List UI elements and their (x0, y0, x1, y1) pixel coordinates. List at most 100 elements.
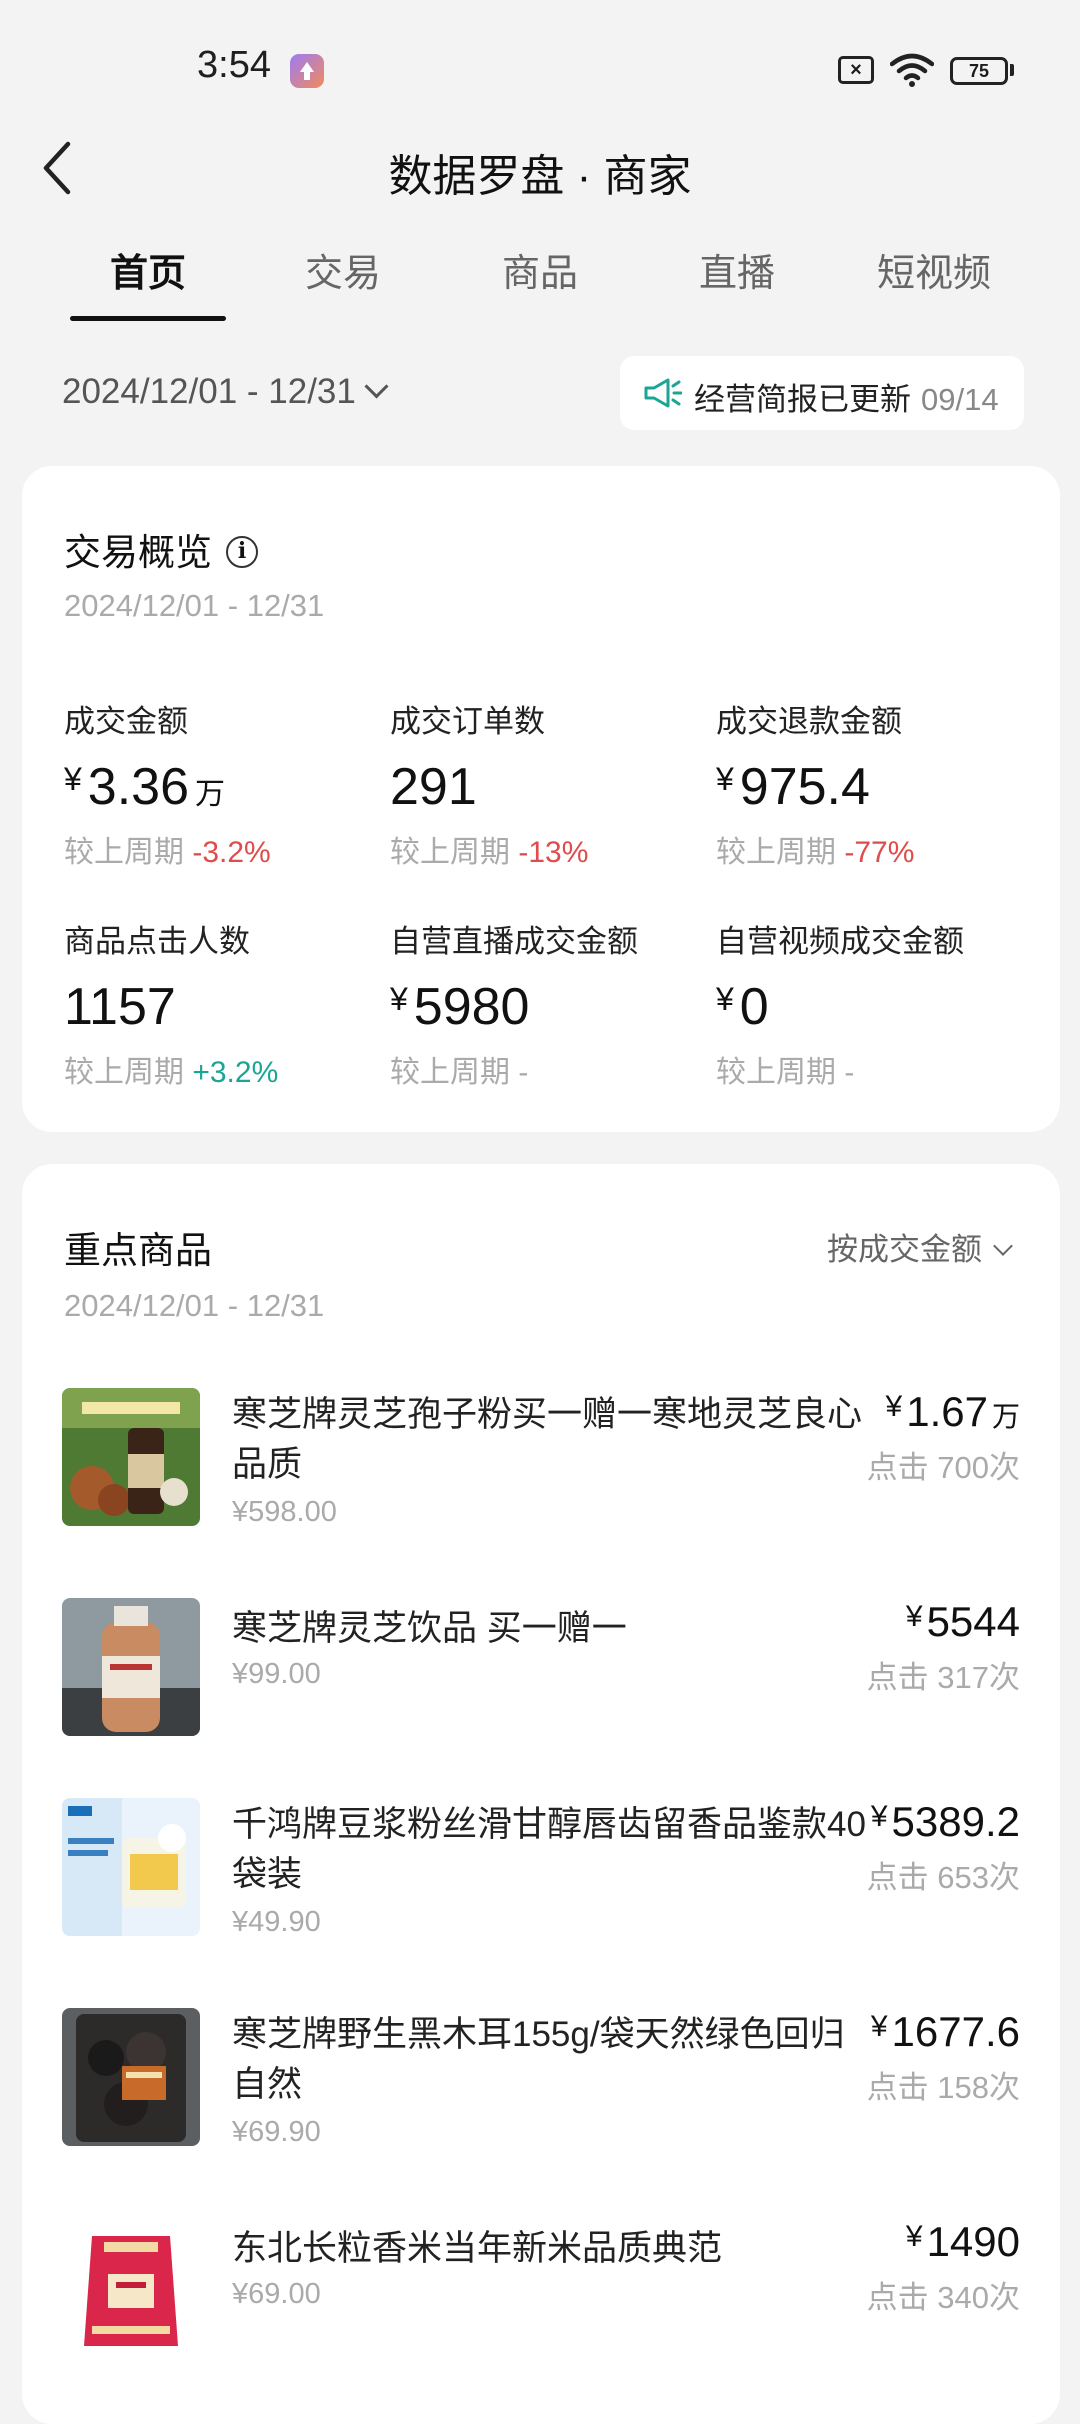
metric-unit: 万 (195, 778, 226, 811)
product-thumbnail (62, 1388, 200, 1526)
compare-label: 较上周期 (64, 836, 184, 869)
metric-label: 成交退款金额 (716, 704, 902, 739)
metric-change: - (518, 1056, 529, 1089)
metric-item[interactable]: 商品点击人数 1157 较上周期 +3.2% (64, 916, 374, 1091)
product-clicks: 点击 158次 (866, 2070, 1020, 2105)
metric-label: 成交订单数 (390, 704, 545, 739)
metric-value: 5980 (413, 978, 530, 1036)
product-item[interactable]: 寒芝牌野生黑木耳155g/袋天然绿色回归自然 ¥69.90 ¥1677.6 点击 15… (62, 2008, 1020, 2178)
metric-value-row: ¥3.36 万 (64, 757, 374, 817)
battery-tip (1010, 64, 1014, 76)
product-name: 寒芝牌灵芝饮品 买一赠一 (232, 1609, 627, 1648)
metric-change: -13% (518, 836, 589, 869)
product-item[interactable]: 寒芝牌灵芝饮品 买一赠一 ¥99.00 ¥5544 点击 317次 (62, 1598, 1020, 1768)
app-notification-icon (290, 54, 324, 88)
product-thumbnail (62, 1798, 200, 1936)
product-price: ¥69.90 (232, 2116, 321, 2148)
compare-label: 较上周期 (390, 836, 510, 869)
metric-item[interactable]: 自营直播成交金额 ¥5980 较上周期 - (390, 916, 700, 1091)
product-thumbnail (62, 1598, 200, 1736)
metric-compare: 较上周期 +3.2% (64, 1047, 374, 1091)
metric-value: 291 (390, 758, 477, 816)
product-name: 寒芝牌野生黑木耳155g/袋天然绿色回归自然 (232, 2015, 845, 2104)
tab-live[interactable]: 直播 (637, 242, 837, 297)
sales-value: 5544 (926, 1598, 1020, 1645)
metric-label: 自营直播成交金额 (390, 924, 638, 959)
product-name: 寒芝牌灵芝孢子粉买一赠一寒地灵芝良心品质 (232, 1395, 863, 1484)
report-notice[interactable]: 经营简报已更新 09/14 (620, 356, 1024, 430)
product-thumbnail (62, 2218, 200, 2356)
product-sales-amount: ¥1677.6 (870, 2008, 1020, 2055)
date-range-selector[interactable]: 2024/12/01 - 12/31 (62, 372, 389, 412)
product-item[interactable]: 东北长粒香米当年新米品质典范 ¥69.00 ¥1490 点击 340次 (62, 2218, 1020, 2388)
sales-unit: 万 (991, 1401, 1020, 1432)
metric-compare: 较上周期 - (716, 1047, 1026, 1091)
status-time: 3:54 (197, 44, 271, 86)
metric-change: -77% (844, 836, 915, 869)
metric-value-row: ¥975.4 (716, 757, 1026, 817)
product-clicks: 点击 700次 (866, 1450, 1020, 1485)
battery-icon: 75 (950, 57, 1008, 85)
metric-value: 1157 (64, 978, 176, 1036)
currency-symbol: ¥ (390, 981, 408, 1017)
metric-label: 自营视频成交金额 (716, 924, 964, 959)
currency-symbol: ¥ (716, 981, 734, 1017)
compare-label: 较上周期 (716, 1056, 836, 1089)
overview-title: 交易概览 i (64, 522, 258, 576)
metric-compare: 较上周期 -13% (390, 827, 700, 871)
tab-trade[interactable]: 交易 (243, 242, 443, 297)
product-sales-amount: ¥5389.2 (870, 1798, 1020, 1845)
notice-date: 09/14 (921, 382, 999, 417)
metric-value-row: ¥5980 (390, 977, 700, 1037)
product-item[interactable]: 寒芝牌灵芝孢子粉买一赠一寒地灵芝良心品质 ¥598.00 ¥1.67 万点击 700次 (62, 1388, 1020, 1558)
key-products-title: 重点商品 (64, 1230, 212, 1271)
compare-label: 较上周期 (390, 1056, 510, 1089)
product-price: ¥598.00 (232, 1496, 337, 1528)
overview-date: 2024/12/01 - 12/31 (64, 588, 325, 623)
no-sim-icon: × (838, 56, 874, 84)
product-clicks: 点击 317次 (866, 1660, 1020, 1695)
metric-item[interactable]: 成交订单数 291 较上周期 -13% (390, 696, 700, 871)
sales-value: 1.67 (906, 1388, 988, 1435)
metric-change: -3.2% (192, 836, 271, 869)
product-price: ¥99.00 (232, 1658, 321, 1690)
product-thumbnail (62, 2008, 200, 2146)
currency-symbol: ¥ (64, 761, 82, 797)
product-sales-amount: ¥1.67 万 (885, 1388, 1020, 1435)
product-clicks: 点击 653次 (866, 1860, 1020, 1895)
tab-short-video[interactable]: 短视频 (834, 242, 1034, 297)
date-range-label: 2024/12/01 - 12/31 (62, 372, 356, 411)
product-name: 千鸿牌豆浆粉丝滑甘醇唇齿留香品鉴款40袋装 (232, 1805, 866, 1894)
sales-value: 1490 (926, 2218, 1020, 2265)
megaphone-icon (644, 378, 682, 408)
product-item[interactable]: 千鸿牌豆浆粉丝滑甘醇唇齿留香品鉴款40袋装 ¥49.90 ¥5389.2 点击 653… (62, 1798, 1020, 1968)
metric-item[interactable]: 自营视频成交金额 ¥0 较上周期 - (716, 916, 1026, 1091)
tab-home[interactable]: 首页 (48, 242, 248, 297)
metric-change: +3.2% (192, 1056, 279, 1089)
page-title: 数据罗盘 · 商家 (388, 152, 692, 201)
product-clicks: 点击 340次 (866, 2280, 1020, 2315)
sort-label: 按成交金额 (827, 1232, 982, 1267)
overview-title-text: 交易概览 (64, 532, 212, 573)
tab-products[interactable]: 商品 (440, 242, 640, 297)
product-price: ¥69.00 (232, 2278, 321, 2310)
metric-value-row: 1157 (64, 977, 374, 1037)
info-icon[interactable]: i (226, 536, 258, 569)
sort-selector[interactable]: 按成交金额 (827, 1224, 1013, 1269)
chevron-down-icon (993, 1236, 1013, 1256)
notice-text: 经营简报已更新 (694, 382, 911, 417)
metric-item[interactable]: 成交金额 ¥3.36 万较上周期 -3.2% (64, 696, 374, 871)
product-price: ¥49.90 (232, 1906, 321, 1938)
sales-value: 1677.6 (891, 2008, 1020, 2055)
metric-value-row: ¥0 (716, 977, 1026, 1037)
product-sales-amount: ¥5544 (905, 1598, 1020, 1645)
metric-label: 商品点击人数 (64, 924, 250, 959)
product-name: 东北长粒香米当年新米品质典范 (232, 2229, 723, 2268)
metric-change: - (844, 1056, 855, 1089)
metric-value: 3.36 (87, 758, 190, 816)
metric-item[interactable]: 成交退款金额 ¥975.4 较上周期 -77% (716, 696, 1026, 871)
key-products-date: 2024/12/01 - 12/31 (64, 1288, 325, 1323)
sales-value: 5389.2 (891, 1798, 1020, 1845)
wifi-icon (890, 53, 934, 87)
metric-value-row: 291 (390, 757, 700, 817)
